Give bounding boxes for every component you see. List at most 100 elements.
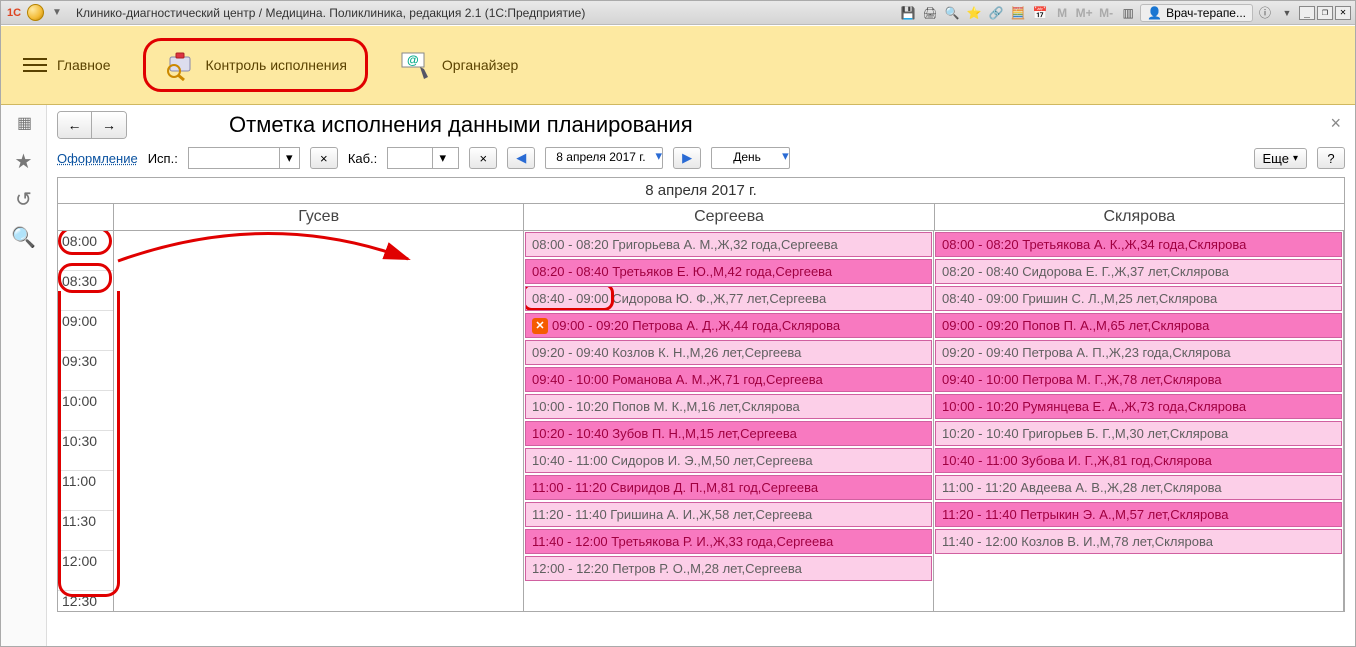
tab-control-label: Контроль исполнения	[206, 57, 347, 73]
favorite-icon[interactable]: ⭐	[964, 3, 984, 23]
info-dd-icon[interactable]: ▼	[1277, 3, 1297, 23]
appointment-text: 10:40 - 11:00 Сидоров И. Э.,М,50 лет,Сер…	[532, 453, 813, 468]
calc-icon[interactable]: 🧮	[1008, 3, 1028, 23]
print-icon[interactable]: 🖨	[920, 3, 940, 23]
link-icon[interactable]: 🔗	[986, 3, 1006, 23]
doctor-header-gusev: Гусев	[114, 204, 524, 230]
window-close-button[interactable]: ✕	[1335, 6, 1351, 20]
appointment[interactable]: 10:40 - 11:00 Сидоров И. Э.,М,50 лет,Сер…	[525, 448, 932, 473]
appointment[interactable]: 09:00 - 09:20 Попов П. А.,М,65 лет,Скляр…	[935, 313, 1342, 338]
font-m-icon[interactable]: M	[1052, 3, 1072, 23]
appointment[interactable]: 10:20 - 10:40 Зубов П. Н.,М,15 лет,Серге…	[525, 421, 932, 446]
appointment[interactable]: 09:20 - 09:40 Петрова А. П.,Ж,23 года,Ск…	[935, 340, 1342, 365]
date-prev-button[interactable]: ◀	[507, 147, 535, 169]
appointment[interactable]: 11:20 - 11:40 Гришина А. И.,Ж,58 лет,Сер…	[525, 502, 932, 527]
font-mminus-icon[interactable]: M-	[1096, 3, 1116, 23]
date-text: 8 апреля 2017 г.	[546, 148, 655, 168]
calendar-icon[interactable]: 📅	[1030, 3, 1050, 23]
appointment-text: 11:00 - 11:20 Свиридов Д. П.,М,81 год,Се…	[532, 480, 818, 495]
time-slot[interactable]: 09:00	[58, 311, 113, 351]
panels-icon[interactable]: ▥	[1118, 3, 1138, 23]
appointment[interactable]: 08:40 - 09:00 Гришин С. Л.,М,25 лет,Скля…	[935, 286, 1342, 311]
date-dropdown-icon[interactable]: ▾	[656, 148, 663, 168]
doctor-header-sergeeva: Сергеева	[524, 204, 934, 230]
info-icon[interactable]: ⓘ	[1255, 3, 1275, 23]
appointment[interactable]: 11:40 - 12:00 Третьякова Р. И.,Ж,33 года…	[525, 529, 932, 554]
window-restore-button[interactable]: ❐	[1317, 6, 1333, 20]
kab-clear-button[interactable]: ×	[469, 147, 497, 169]
appointment[interactable]: 10:40 - 11:00 Зубова И. Г.,Ж,81 год,Скля…	[935, 448, 1342, 473]
titlebar-tools: 💾 🖨 🔍 ⭐ 🔗 🧮 📅 M M+ M- ▥ 👤 Врач-терапе...…	[898, 3, 1351, 23]
appointment[interactable]: 11:00 - 11:20 Авдеева А. В.,Ж,28 лет,Скл…	[935, 475, 1342, 500]
appointment[interactable]: 10:20 - 10:40 Григорьев Б. Г.,М,30 лет,С…	[935, 421, 1342, 446]
mode-combo[interactable]: День ▾	[711, 147, 790, 169]
kab-input[interactable]	[388, 148, 432, 168]
appointment-text: 09:20 - 09:40 Козлов К. Н.,М,26 лет,Серг…	[532, 345, 801, 360]
appointment[interactable]: 08:00 - 08:20 Григорьева А. М.,Ж,32 года…	[525, 232, 932, 257]
time-slot[interactable]: 12:30	[58, 591, 113, 611]
tab-control[interactable]: Контроль исполнения	[143, 38, 368, 92]
burger-icon	[23, 58, 47, 72]
appointment-text: 08:20 - 08:40 Третьяков Е. Ю.,М,42 года,…	[532, 264, 832, 279]
nav-forward-button[interactable]: →	[92, 112, 126, 138]
appointment-text: 10:00 - 10:20 Попов М. К.,М,16 лет,Скляр…	[532, 399, 800, 414]
appointment[interactable]: 11:40 - 12:00 Козлов В. И.,М,78 лет,Скля…	[935, 529, 1342, 554]
preview-icon[interactable]: 🔍	[942, 3, 962, 23]
appointment[interactable]: 12:00 - 12:20 Петров Р. О.,М,28 лет,Серг…	[525, 556, 932, 581]
svg-text:@: @	[407, 53, 419, 67]
appointment[interactable]: 09:40 - 10:00 Петрова М. Г.,Ж,78 лет,Скл…	[935, 367, 1342, 392]
user-badge[interactable]: 👤 Врач-терапе...	[1140, 4, 1253, 22]
time-slot[interactable]: 09:30	[58, 351, 113, 391]
mode-dropdown-icon[interactable]: ▾	[782, 148, 789, 168]
time-slot[interactable]: 08:00	[58, 231, 113, 271]
appointment-text: 11:20 - 11:40 Гришина А. И.,Ж,58 лет,Сер…	[532, 507, 812, 522]
grid-icon[interactable]: ▦	[10, 111, 38, 135]
time-slot[interactable]: 12:00	[58, 551, 113, 591]
help-button[interactable]: ?	[1317, 147, 1345, 169]
column-gusev[interactable]	[114, 231, 524, 611]
history-icon[interactable]: ↺	[10, 187, 38, 211]
time-slot[interactable]: 10:00	[58, 391, 113, 431]
more-button[interactable]: Еще ▾	[1254, 148, 1307, 169]
appointment[interactable]: 10:00 - 10:20 Румянцева Е. А.,Ж,73 года,…	[935, 394, 1342, 419]
tab-main[interactable]: Главное	[11, 51, 123, 79]
column-sergeeva[interactable]: 08:00 - 08:20 Григорьева А. М.,Ж,32 года…	[524, 231, 934, 611]
isp-combo[interactable]: ▾	[188, 147, 300, 169]
time-slot[interactable]: 11:00	[58, 471, 113, 511]
close-form-button[interactable]: ×	[1330, 113, 1341, 134]
tab-organizer[interactable]: @ Органайзер	[388, 43, 530, 87]
design-link[interactable]: Оформление	[57, 151, 138, 166]
appointment-text: 10:00 - 10:20 Румянцева Е. А.,Ж,73 года,…	[942, 399, 1246, 414]
date-next-button[interactable]: ▶	[673, 147, 701, 169]
kab-dropdown-icon[interactable]: ▾	[432, 148, 452, 168]
appointment[interactable]: 09:20 - 09:40 Козлов К. Н.,М,26 лет,Серг…	[525, 340, 932, 365]
date-combo[interactable]: 8 апреля 2017 г. ▾	[545, 147, 663, 169]
dropdown-icon[interactable]: ▼	[48, 4, 66, 22]
appointment-text: 09:20 - 09:40 Петрова А. П.,Ж,23 года,Ск…	[942, 345, 1231, 360]
star-icon[interactable]: ★	[10, 149, 38, 173]
save-icon[interactable]: 💾	[898, 3, 918, 23]
isp-clear-button[interactable]: ×	[310, 147, 338, 169]
appointment[interactable]: 10:00 - 10:20 Попов М. К.,М,16 лет,Скляр…	[525, 394, 932, 419]
window-state-icon[interactable]	[27, 4, 44, 21]
appointment[interactable]: 11:00 - 11:20 Свиридов Д. П.,М,81 год,Се…	[525, 475, 932, 500]
window-minimize-button[interactable]: _	[1299, 6, 1315, 20]
isp-input[interactable]	[189, 148, 279, 168]
appointment[interactable]: ✕09:00 - 09:20 Петрова А. Д.,Ж,44 года,С…	[525, 313, 932, 338]
appointment[interactable]: 08:20 - 08:40 Сидорова Е. Г.,Ж,37 лет,Ск…	[935, 259, 1342, 284]
appointment[interactable]: 08:20 - 08:40 Третьяков Е. Ю.,М,42 года,…	[525, 259, 932, 284]
font-mplus-icon[interactable]: M+	[1074, 3, 1094, 23]
isp-dropdown-icon[interactable]: ▾	[279, 148, 299, 168]
column-sklyarova[interactable]: 08:00 - 08:20 Третьякова А. К.,Ж,34 года…	[934, 231, 1344, 611]
appointment-text: 11:40 - 12:00 Козлов В. И.,М,78 лет,Скля…	[942, 534, 1213, 549]
search-icon[interactable]: 🔍	[10, 225, 38, 249]
time-slot[interactable]: 11:30	[58, 511, 113, 551]
appointment[interactable]: 09:40 - 10:00 Романова А. М.,Ж,71 год,Се…	[525, 367, 932, 392]
appointment[interactable]: 08:40 - 09:00 Сидорова Ю. Ф.,Ж,77 лет,Се…	[525, 286, 932, 311]
time-slot[interactable]: 10:30	[58, 431, 113, 471]
nav-back-button[interactable]: ←	[58, 112, 92, 138]
time-slot[interactable]: 08:30	[58, 271, 113, 311]
kab-combo[interactable]: ▾	[387, 147, 459, 169]
appointment[interactable]: 11:20 - 11:40 Петрыкин Э. А.,М,57 лет,Ск…	[935, 502, 1342, 527]
appointment[interactable]: 08:00 - 08:20 Третьякова А. К.,Ж,34 года…	[935, 232, 1342, 257]
